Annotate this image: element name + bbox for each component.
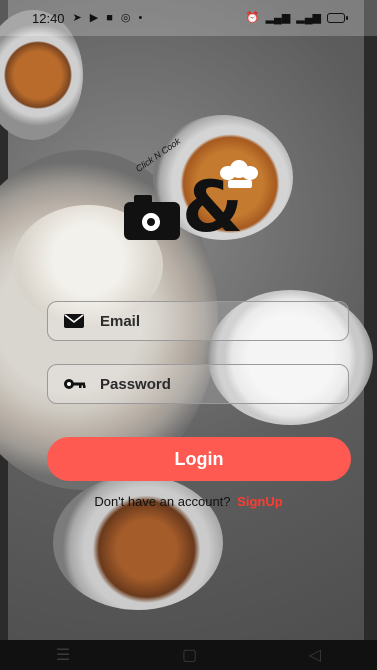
app-logo: Click N Cook &: [120, 136, 258, 245]
email-input[interactable]: [98, 311, 348, 331]
signal-icon: ▂▄▆: [296, 11, 321, 24]
status-time: 12:40: [32, 10, 65, 26]
system-nav-bar: ☰ ▢ ◁: [0, 640, 377, 670]
home-button[interactable]: ▢: [182, 645, 197, 665]
signup-link[interactable]: SignUp: [237, 494, 283, 509]
signup-prompt: Don't have an account? SignUp: [0, 494, 377, 509]
email-field[interactable]: [47, 301, 349, 341]
password-input[interactable]: [98, 374, 348, 394]
battery-icon: [327, 13, 348, 23]
alarm-icon: ⏰: [245, 11, 260, 24]
app-icon: ■: [106, 11, 113, 24]
password-field[interactable]: [47, 364, 349, 404]
mail-icon: [64, 313, 86, 329]
phone-screen: 12:40 ➤ ▶ ■ ◎ • ⏰ ▂▄▆ ▂▄▆ Click N Cook &: [0, 0, 377, 670]
camera-icon: [124, 195, 180, 240]
navigation-icon: ➤: [72, 11, 82, 24]
key-icon: [64, 376, 86, 392]
recent-apps-button[interactable]: ☰: [56, 645, 70, 665]
no-account-text: Don't have an account?: [94, 494, 231, 509]
login-button[interactable]: Login: [47, 437, 351, 481]
status-bar: 12:40 ➤ ▶ ■ ◎ • ⏰ ▂▄▆ ▂▄▆: [0, 0, 377, 36]
dot-icon: •: [138, 11, 143, 24]
chef-hat-icon: [218, 160, 258, 188]
instagram-icon: ◎: [120, 11, 131, 24]
signal-icon: ▂▄▆: [265, 11, 291, 24]
youtube-icon: ▶: [89, 11, 99, 24]
back-button[interactable]: ◁: [309, 645, 321, 665]
